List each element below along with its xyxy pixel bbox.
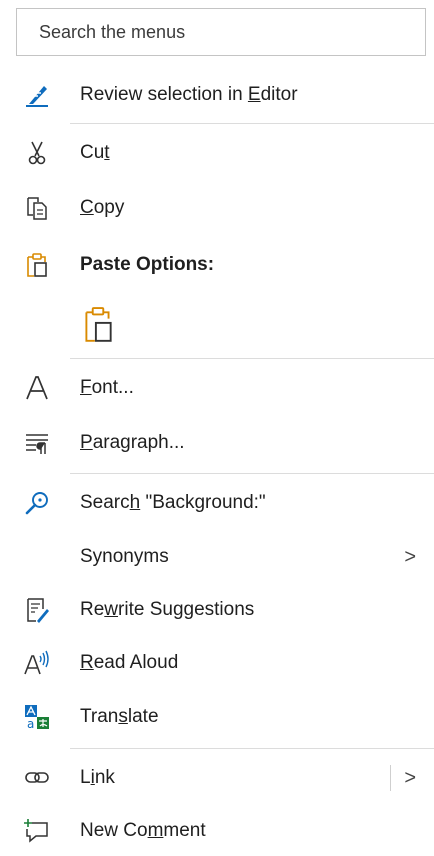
menu-item-search-background[interactable]: Search "Background:" — [0, 478, 434, 528]
menu-item-cut[interactable]: Cut — [0, 128, 434, 178]
menu-item-synonyms[interactable]: Synonyms > — [0, 532, 434, 582]
clipboard-icon — [22, 250, 52, 280]
paste-options-label: Paste Options: — [80, 254, 215, 275]
menu-item-copy[interactable]: Copy — [0, 183, 434, 233]
menu-item-label: New Comment — [80, 820, 206, 841]
menu-item-label: Link — [80, 767, 115, 788]
separator — [70, 748, 434, 749]
link-icon — [22, 763, 52, 793]
new-comment-icon — [22, 816, 52, 846]
menu-item-rewrite-suggestions[interactable]: Rewrite Suggestions — [0, 585, 434, 635]
menu-item-translate[interactable]: a Translate — [0, 692, 434, 742]
search-menus-input[interactable] — [16, 8, 426, 56]
menu-item-label: Translate — [80, 706, 159, 727]
menu-item-read-aloud[interactable]: Read Aloud — [0, 638, 434, 688]
rewrite-icon — [22, 595, 52, 625]
menu-item-paragraph[interactable]: Paragraph... — [0, 418, 434, 468]
read-aloud-icon — [22, 648, 52, 678]
paste-options-header: Paste Options: — [0, 240, 434, 290]
chevron-right-icon: > — [404, 545, 416, 568]
menu-item-label: Synonyms — [80, 546, 169, 567]
menu-item-label: Font... — [80, 377, 134, 398]
separator — [70, 123, 434, 124]
scissors-icon — [22, 138, 52, 168]
menu-item-label: Read Aloud — [80, 652, 179, 673]
menu-item-font[interactable]: Font... — [0, 363, 434, 413]
menu-item-label: Paragraph... — [80, 432, 185, 453]
search-icon — [22, 488, 52, 518]
menu-item-label: Copy — [80, 197, 125, 218]
context-menu: Review selection in Editor Cut Copy — [0, 0, 434, 847]
copy-icon — [22, 193, 52, 223]
menu-item-label: Search "Background:" — [80, 492, 266, 513]
menu-item-new-comment[interactable]: New Comment — [0, 806, 434, 856]
paste-keep-text-icon — [80, 305, 116, 345]
font-icon — [22, 373, 52, 403]
split-divider — [390, 765, 391, 791]
chevron-right-icon[interactable]: > — [404, 767, 416, 790]
paragraph-icon — [22, 428, 52, 458]
menu-item-review-editor[interactable]: Review selection in Editor — [0, 70, 434, 120]
separator — [70, 473, 434, 474]
menu-item-label: Review selection in Editor — [80, 84, 298, 105]
menu-item-label: Rewrite Suggestions — [80, 599, 255, 620]
svg-text:a: a — [27, 717, 34, 731]
menu-item-link[interactable]: Link > — [0, 753, 434, 803]
editor-pen-icon — [22, 80, 52, 110]
menu-item-label: Cut — [80, 142, 110, 163]
translate-icon: a — [22, 702, 52, 732]
separator — [70, 358, 434, 359]
